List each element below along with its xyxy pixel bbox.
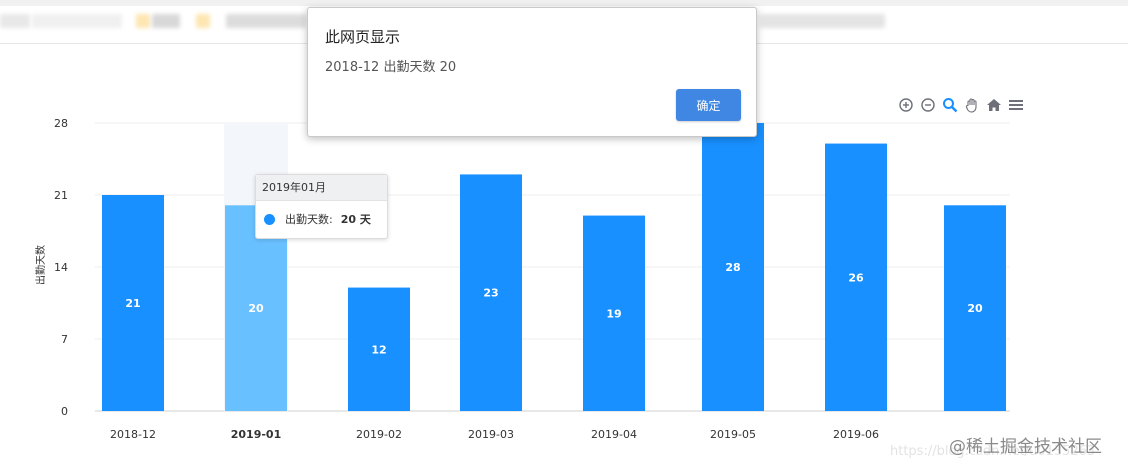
bar-value-label: 20	[967, 302, 983, 315]
home-reset-icon[interactable]	[985, 96, 1003, 114]
bar-value-label: 23	[483, 287, 498, 300]
y-axis-label: 出勤天数	[34, 245, 47, 285]
x-tick-label: 2019-05	[710, 428, 756, 441]
bar-value-label: 26	[848, 271, 864, 284]
alert-title: 此网页显示	[325, 28, 401, 46]
x-axis-ticks: 2018-12 2019-01 2019-02 2019-03 2019-04 2019-…	[110, 428, 879, 441]
bar-value-label: 20	[248, 302, 264, 315]
menu-icon[interactable]	[1007, 96, 1025, 114]
bar-value-label: 19	[606, 307, 621, 320]
series-marker-dot	[264, 213, 275, 225]
zoom-out-icon[interactable]	[919, 96, 937, 114]
alert-message: 2018-12 出勤天数 20	[325, 60, 457, 75]
y-tick-label: 28	[54, 117, 68, 130]
zoom-in-icon[interactable]	[897, 96, 915, 114]
x-tick-label: 2018-12	[110, 428, 156, 441]
y-tick-label: 21	[54, 189, 68, 202]
alert-dialog: 此网页显示 2018-12 出勤天数 20 确定	[307, 7, 757, 137]
chart-tooltip: 2019年01月 出勤天数: 20 天	[255, 174, 388, 239]
alert-ok-button[interactable]: 确定	[676, 89, 741, 121]
bar-value-label: 12	[371, 343, 386, 356]
tooltip-title: 2019年01月	[256, 175, 387, 201]
x-tick-label: 2019-01	[231, 428, 282, 441]
x-tick-label: 2019-06	[833, 428, 879, 441]
selection-zoom-icon[interactable]	[941, 96, 959, 114]
x-tick-label: 2019-03	[468, 428, 514, 441]
chart-toolbar	[897, 96, 1025, 114]
x-tick-label: 2019-04	[591, 428, 637, 441]
tooltip-value: 20 天	[340, 213, 371, 226]
y-tick-label: 14	[54, 261, 68, 274]
watermark-text: @稀土掘金技术社区	[949, 437, 1102, 457]
y-axis-ticks: 0 7 14 21 28	[54, 117, 68, 418]
bar-value-label: 21	[125, 297, 140, 310]
bar-value-label: 28	[725, 261, 740, 274]
y-tick-label: 0	[61, 405, 68, 418]
tooltip-series-row: 出勤天数: 20 天	[256, 201, 387, 227]
pan-hand-icon[interactable]	[963, 96, 981, 114]
y-tick-label: 7	[61, 333, 68, 346]
x-tick-label: 2019-02	[356, 428, 402, 441]
tooltip-series-label: 出勤天数:	[285, 213, 333, 226]
